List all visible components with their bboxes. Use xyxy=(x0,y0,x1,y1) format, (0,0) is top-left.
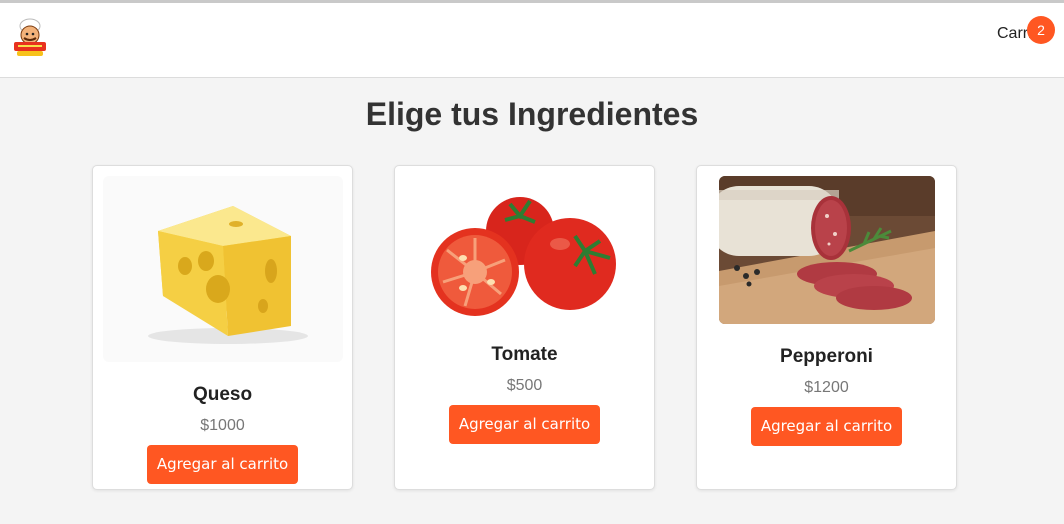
product-price: $1200 xyxy=(804,379,849,396)
product-price: $500 xyxy=(506,377,543,394)
product-name: Queso xyxy=(192,384,253,405)
product-card-queso: Queso $1000 Agregar al carrito xyxy=(92,165,353,490)
cheese-image xyxy=(102,176,343,362)
product-name: Pepperoni xyxy=(780,346,873,367)
salami-image xyxy=(718,176,935,324)
product-name: Tomate xyxy=(491,344,558,365)
tomato-image xyxy=(424,186,625,322)
product-card-pepperoni: Pepperoni $1200 Agregar al carrito xyxy=(696,165,957,490)
add-to-cart-button[interactable]: Agregar al carrito xyxy=(146,445,299,484)
navbar: Carrito 2 xyxy=(0,3,1064,78)
product-price: $1000 xyxy=(200,417,245,434)
product-card-tomate: Tomate $500 Agregar al carrito xyxy=(394,165,655,490)
add-to-cart-button[interactable]: Agregar al carrito xyxy=(448,405,601,444)
add-to-cart-button[interactable]: Agregar al carrito xyxy=(750,407,903,446)
cart-count-badge[interactable]: 2 xyxy=(1027,16,1055,44)
page-title: Elige tus Ingredientes xyxy=(365,96,699,132)
pizzeria-logo[interactable] xyxy=(11,18,49,60)
